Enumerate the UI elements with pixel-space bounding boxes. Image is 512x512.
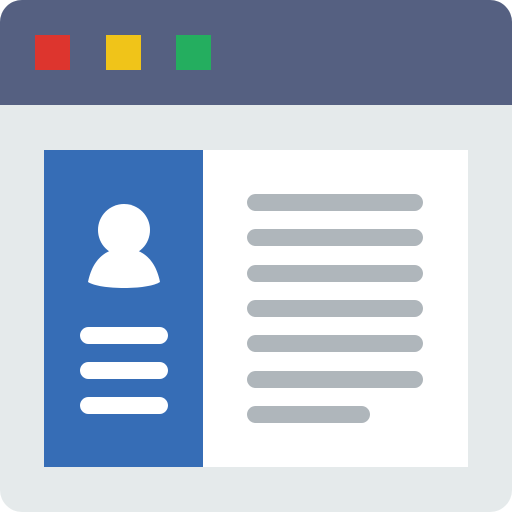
text-placeholder-line (247, 194, 423, 211)
sidebar-line (80, 327, 168, 344)
title-bar (0, 0, 512, 105)
sidebar-line (80, 362, 168, 379)
text-placeholder-line (247, 371, 423, 388)
text-placeholder-line (247, 300, 423, 317)
text-placeholder-line (247, 335, 423, 352)
user-silhouette-icon (88, 202, 160, 290)
close-window-button[interactable] (35, 35, 70, 70)
browser-window (0, 0, 512, 512)
text-placeholder-line (247, 265, 423, 282)
profile-card (44, 150, 468, 467)
profile-sidebar (44, 150, 203, 467)
text-placeholder-line (247, 406, 370, 423)
text-placeholder-line (247, 229, 423, 246)
minimize-window-button[interactable] (106, 35, 141, 70)
sidebar-line (80, 397, 168, 414)
maximize-window-button[interactable] (176, 35, 211, 70)
